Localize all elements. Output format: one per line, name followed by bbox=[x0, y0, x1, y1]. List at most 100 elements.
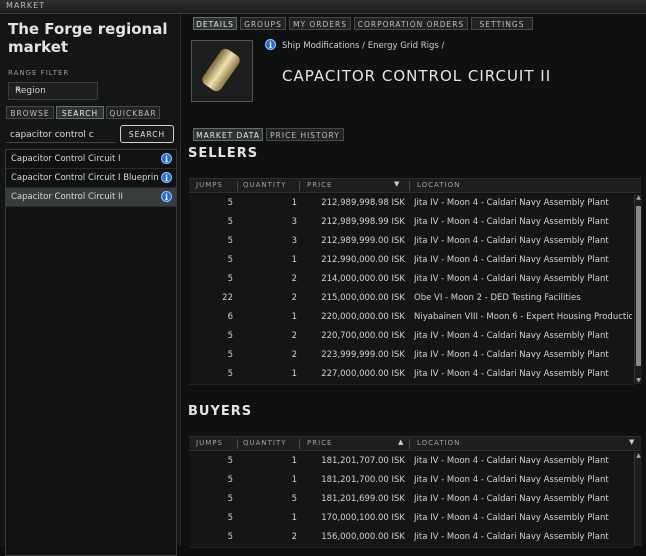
table-row[interactable]: 6 1 220,000,000.00 ISK Niyabainen VIII - Mo… bbox=[189, 308, 634, 328]
quantity-cell: 5 bbox=[291, 494, 297, 504]
table-row[interactable]: 5 1 170,000,100.00 ISK Jita IV - Moon 4 - C… bbox=[189, 509, 634, 529]
column-divider[interactable] bbox=[237, 181, 238, 191]
table-row[interactable]: 5 5 181,201,699.00 ISK Jita IV - Moon 4 - C… bbox=[189, 490, 634, 510]
column-divider[interactable] bbox=[409, 439, 410, 449]
tab-market-data[interactable]: MARKET DATA bbox=[193, 128, 263, 141]
info-icon[interactable]: i bbox=[161, 172, 172, 183]
list-item[interactable]: Capacitor Control Circuit I Blueprint i bbox=[6, 169, 176, 188]
column-divider[interactable] bbox=[237, 439, 238, 449]
jumps-cell: 5 bbox=[227, 475, 233, 485]
column-divider[interactable] bbox=[299, 181, 300, 191]
price-cell: 212,990,000.00 ISK bbox=[321, 255, 405, 265]
jumps-cell: 5 bbox=[227, 236, 233, 246]
capacitor-icon bbox=[199, 46, 243, 94]
tab-details[interactable]: DETAILS bbox=[193, 17, 237, 30]
location-cell: Jita IV - Moon 4 - Caldari Navy Assembly… bbox=[414, 255, 609, 265]
col-location[interactable]: LOCATION bbox=[417, 181, 460, 189]
result-label: Capacitor Control Circuit I bbox=[11, 154, 121, 164]
region-title: The Forge regional market bbox=[8, 20, 168, 56]
location-cell: Niyabainen VIII - Moon 6 - Expert Housin… bbox=[414, 312, 632, 322]
col-jumps[interactable]: JUMPS bbox=[196, 181, 223, 189]
list-item[interactable]: Capacitor Control Circuit II i bbox=[6, 188, 176, 207]
item-title: CAPACITOR CONTROL CIRCUIT II bbox=[282, 67, 552, 85]
tab-browse[interactable]: BROWSE bbox=[6, 106, 54, 119]
quantity-cell: 2 bbox=[291, 350, 297, 360]
price-cell: 181,201,707.00 ISK bbox=[321, 456, 405, 466]
window-titlebar[interactable]: MARKET bbox=[0, 0, 646, 14]
table-row[interactable]: 5 3 212,989,999.00 ISK Jita IV - Moon 4 - C… bbox=[189, 232, 634, 252]
table-row[interactable]: 5 1 212,990,000.00 ISK Jita IV - Moon 4 - C… bbox=[189, 251, 634, 271]
sort-desc-icon: ▼ bbox=[394, 180, 401, 188]
tab-my-orders[interactable]: MY ORDERS bbox=[289, 17, 351, 30]
left-panel: The Forge regional market RANGE FILTER R… bbox=[0, 14, 181, 556]
quantity-cell: 2 bbox=[291, 532, 297, 542]
scroll-up-icon[interactable]: ▲ bbox=[635, 194, 642, 201]
table-row[interactable]: 5 2 223,999,999.00 ISK Jita IV - Moon 4 - C… bbox=[189, 346, 634, 366]
range-filter-select[interactable]: Region » bbox=[8, 82, 98, 100]
range-filter-label: RANGE FILTER bbox=[8, 69, 70, 77]
tab-search[interactable]: SEARCH bbox=[56, 106, 104, 119]
double-chevron-down-icon: » bbox=[15, 84, 22, 95]
sellers-header-row: JUMPS QUANTITY PRICE ▼ LOCATION bbox=[189, 178, 641, 193]
sellers-scrollbar[interactable]: ▲ ▼ bbox=[634, 194, 642, 384]
item-icon[interactable] bbox=[191, 40, 253, 102]
buyers-heading: BUYERS bbox=[188, 404, 253, 419]
price-cell: 181,201,700.00 ISK bbox=[321, 475, 405, 485]
location-cell: Jita IV - Moon 4 - Caldari Navy Assembly… bbox=[414, 198, 609, 208]
breadcrumb[interactable]: Ship Modifications / Energy Grid Rigs / bbox=[282, 41, 444, 51]
col-quantity[interactable]: QUANTITY bbox=[243, 439, 287, 447]
quantity-cell: 1 bbox=[291, 513, 297, 523]
table-row[interactable]: 5 2 214,000,000.00 ISK Jita IV - Moon 4 - C… bbox=[189, 270, 634, 290]
col-jumps[interactable]: JUMPS bbox=[196, 439, 223, 447]
jumps-cell: 5 bbox=[227, 532, 233, 542]
col-price[interactable]: PRICE bbox=[307, 439, 332, 447]
tab-quickbar[interactable]: QUICKBAR bbox=[106, 106, 160, 119]
location-cell: Jita IV - Moon 4 - Caldari Navy Assembly… bbox=[414, 513, 609, 523]
result-label: Capacitor Control Circuit I Blueprint bbox=[11, 173, 159, 183]
table-row[interactable]: 5 1 227,000,000.00 ISK Jita IV - Moon 4 - C… bbox=[189, 365, 634, 385]
buyers-header-row: JUMPS QUANTITY PRICE ▲ LOCATION ▼ bbox=[189, 436, 641, 451]
price-cell: 212,989,999.00 ISK bbox=[321, 236, 405, 246]
tab-groups[interactable]: GROUPS bbox=[240, 17, 286, 30]
price-cell: 214,000,000.00 ISK bbox=[321, 274, 405, 284]
table-row[interactable]: 5 1 181,201,707.00 ISK Jita IV - Moon 4 - C… bbox=[189, 452, 634, 472]
jumps-cell: 5 bbox=[227, 513, 233, 523]
chevron-down-icon[interactable]: ▼ bbox=[629, 438, 635, 446]
column-divider[interactable] bbox=[409, 181, 410, 191]
scrollbar-thumb[interactable] bbox=[636, 206, 641, 366]
location-cell: Jita IV - Moon 4 - Caldari Navy Assembly… bbox=[414, 236, 609, 246]
list-item[interactable]: Capacitor Control Circuit I i bbox=[6, 150, 176, 169]
tab-price-history[interactable]: PRICE HISTORY bbox=[266, 128, 344, 141]
buyers-scrollbar[interactable]: ▲ bbox=[634, 452, 642, 546]
search-input[interactable] bbox=[6, 127, 116, 143]
quantity-cell: 2 bbox=[291, 293, 297, 303]
search-button[interactable]: SEARCH bbox=[120, 125, 174, 143]
table-row[interactable]: 5 1 181,201,700.00 ISK Jita IV - Moon 4 - C… bbox=[189, 471, 634, 491]
price-cell: 170,000,100.00 ISK bbox=[321, 513, 405, 523]
table-row[interactable]: 5 3 212,989,998.99 ISK Jita IV - Moon 4 - C… bbox=[189, 213, 634, 233]
price-cell: 220,000,000.00 ISK bbox=[321, 312, 405, 322]
info-icon[interactable]: i bbox=[265, 39, 276, 50]
quantity-cell: 1 bbox=[291, 475, 297, 485]
price-cell: 227,000,000.00 ISK bbox=[321, 369, 405, 379]
price-cell: 220,700,000.00 ISK bbox=[321, 331, 405, 341]
price-cell: 223,999,999.00 ISK bbox=[321, 350, 405, 360]
price-cell: 212,989,998.99 ISK bbox=[321, 217, 405, 227]
table-row[interactable]: 5 2 220,700,000.00 ISK Jita IV - Moon 4 - C… bbox=[189, 327, 634, 347]
scroll-up-icon[interactable]: ▲ bbox=[635, 452, 642, 459]
info-icon[interactable]: i bbox=[161, 191, 172, 202]
search-results-list: Capacitor Control Circuit I i Capacitor … bbox=[5, 149, 177, 556]
table-row[interactable]: 5 1 212,989,998.98 ISK Jita IV - Moon 4 - C… bbox=[189, 194, 634, 214]
table-row[interactable]: 5 2 156,000,000.00 ISK Jita IV - Moon 4 - C… bbox=[189, 528, 634, 548]
info-icon[interactable]: i bbox=[161, 153, 172, 164]
col-quantity[interactable]: QUANTITY bbox=[243, 181, 287, 189]
jumps-cell: 5 bbox=[227, 456, 233, 466]
tab-settings[interactable]: SETTINGS bbox=[471, 17, 533, 30]
location-cell: Jita IV - Moon 4 - Caldari Navy Assembly… bbox=[414, 475, 609, 485]
tab-corporation-orders[interactable]: CORPORATION ORDERS bbox=[354, 17, 468, 30]
col-price[interactable]: PRICE bbox=[307, 181, 332, 189]
table-row[interactable]: 22 2 215,000,000.00 ISK Obe VI - Moon 2 - D… bbox=[189, 289, 634, 309]
col-location[interactable]: LOCATION bbox=[417, 439, 460, 447]
scroll-down-icon[interactable]: ▼ bbox=[635, 377, 642, 384]
column-divider[interactable] bbox=[299, 439, 300, 449]
